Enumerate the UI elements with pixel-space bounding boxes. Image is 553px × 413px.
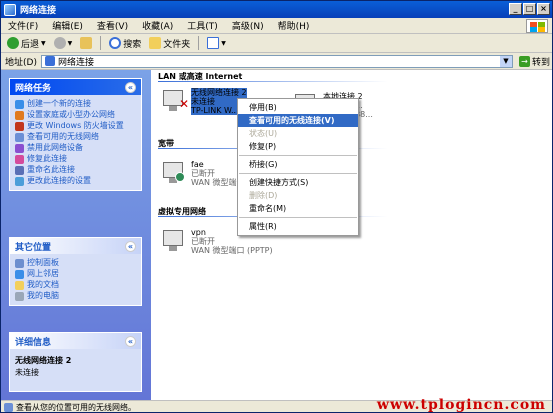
group-divider — [158, 81, 388, 82]
close-button[interactable]: × — [537, 3, 550, 15]
task-home-network[interactable]: 设置家庭或小型办公网络 — [15, 110, 136, 120]
toolbar-divider — [198, 36, 200, 50]
network-places-icon — [15, 270, 24, 279]
context-menu: 停用(B) 查看可用的无线连接(V) 状态(U) 修复(P) 桥接(G) 创建快… — [237, 98, 359, 236]
ctx-disable[interactable]: 停用(B) — [238, 101, 358, 114]
up-button[interactable] — [77, 35, 95, 51]
task-firewall[interactable]: 更改 Windows 防火墙设置 — [15, 121, 136, 131]
menu-advanced[interactable]: 高级(N) — [225, 19, 271, 32]
site-watermark: www.tplogincn.com — [376, 397, 546, 413]
network-folder-icon — [4, 3, 16, 16]
firewall-icon — [15, 122, 24, 131]
explorer-window: 网络连接 _ □ × 文件(F) 编辑(E) 查看(V) 收藏(A) 工具(T)… — [0, 0, 553, 413]
views-button[interactable]: ▼ — [204, 35, 229, 51]
collapse-icon[interactable]: « — [125, 240, 136, 252]
menu-file[interactable]: 文件(F) — [1, 19, 45, 32]
back-arrow-icon — [7, 37, 19, 49]
menu-tools[interactable]: 工具(T) — [180, 19, 225, 32]
task-disable-device[interactable]: 禁用此网络设备 — [15, 143, 136, 153]
forward-button[interactable]: ▼ — [51, 35, 76, 51]
status-text: 查看从您的位置可用的无线网络。 — [16, 402, 136, 412]
back-button[interactable]: 后退 ▼ — [4, 35, 49, 51]
views-grid-icon — [207, 37, 220, 49]
wireless-connection-item[interactable]: ✕ 无线网络连接 2 未连接 TP-LINK W... — [159, 88, 247, 116]
ctx-create-shortcut[interactable]: 创建快捷方式(S) — [238, 176, 358, 189]
search-button[interactable]: 搜索 — [106, 35, 144, 51]
up-folder-icon — [80, 37, 93, 49]
ctx-delete: 删除(D) — [249, 191, 278, 200]
toolbar-divider — [100, 36, 102, 50]
forward-arrow-icon — [53, 37, 66, 49]
documents-folder-icon — [15, 281, 24, 290]
details-name: 无线网络连接 2 — [15, 356, 72, 365]
home-network-icon — [15, 111, 24, 120]
details-header[interactable]: 详细信息 « — [10, 333, 141, 349]
go-arrow-icon: → — [518, 55, 530, 67]
minimize-button[interactable]: _ — [509, 3, 522, 15]
disable-device-icon — [15, 144, 24, 153]
address-dropdown-icon[interactable]: ▼ — [499, 55, 512, 67]
collapse-icon[interactable]: « — [125, 81, 136, 93]
task-view-wireless[interactable]: 查看可用的无线网络 — [15, 132, 136, 142]
menu-bar: 文件(F) 编辑(E) 查看(V) 收藏(A) 工具(T) 高级(N) 帮助(H… — [1, 18, 552, 34]
wireless-adapter-icon: ✕ — [159, 88, 189, 116]
address-bar: 地址(D) 网络连接 ▼ → 转到 — [1, 53, 552, 70]
place-my-documents[interactable]: 我的文档 — [15, 280, 136, 290]
collapse-icon[interactable]: « — [125, 335, 136, 347]
windows-logo-icon — [526, 19, 548, 33]
menu-help[interactable]: 帮助(H) — [271, 19, 317, 32]
network-tasks-header[interactable]: 网络任务 « — [10, 79, 141, 95]
details-panel: 详细信息 « 无线网络连接 2 未连接 — [9, 332, 142, 392]
settings-icon — [15, 177, 24, 186]
repair-icon — [15, 155, 24, 164]
folders-button[interactable]: 文件夹 — [146, 35, 193, 51]
ctx-status: 状态(U) — [249, 129, 278, 138]
ctx-view-wireless[interactable]: 查看可用的无线连接(V) — [238, 114, 358, 127]
task-new-connection[interactable]: 创建一个新的连接 — [15, 99, 136, 109]
place-network-neighborhood[interactable]: 网上邻居 — [15, 269, 136, 279]
details-status: 未连接 — [15, 368, 39, 377]
window-title: 网络连接 — [20, 6, 57, 16]
place-control-panel[interactable]: 控制面板 — [15, 258, 136, 268]
title-bar[interactable]: 网络连接 _ □ × — [1, 1, 552, 18]
chevron-down-icon: ▼ — [67, 39, 73, 47]
chevron-down-icon: ▼ — [41, 39, 46, 47]
vpn-connection-icon — [159, 228, 187, 256]
menu-favorites[interactable]: 收藏(A) — [135, 19, 180, 32]
ctx-divider — [239, 173, 357, 174]
place-my-computer[interactable]: 我的电脑 — [15, 291, 136, 301]
ctx-divider — [239, 155, 357, 156]
standard-toolbar: 后退 ▼ ▼ 搜索 文件夹 ▼ — [1, 34, 552, 53]
task-change-settings[interactable]: 更改此连接的设置 — [15, 176, 136, 186]
task-pane: 网络任务 « 创建一个新的连接 设置家庭或小型办公网络 更改 Windows 防… — [1, 70, 151, 400]
ctx-bridge[interactable]: 桥接(G) — [238, 158, 358, 171]
status-info-icon — [4, 402, 13, 412]
menu-view[interactable]: 查看(V) — [90, 19, 135, 32]
network-folder-icon — [44, 56, 55, 66]
other-places-panel: 其它位置 « 控制面板 网上邻居 我的文档 我的电脑 — [9, 237, 142, 306]
address-input[interactable]: 网络连接 ▼ — [40, 54, 513, 68]
new-connection-icon — [15, 100, 24, 109]
rename-icon — [15, 166, 24, 175]
chevron-down-icon: ▼ — [221, 39, 226, 47]
address-label: 地址(D) — [5, 57, 37, 68]
task-rename[interactable]: 重命名此连接 — [15, 165, 136, 175]
fae-connection-item[interactable]: fae 已断开 WAN 微型端口 — [159, 160, 244, 188]
ctx-rename[interactable]: 重命名(M) — [238, 202, 358, 215]
search-icon — [109, 37, 122, 49]
go-button[interactable]: → 转到 — [518, 55, 550, 68]
menu-edit[interactable]: 编辑(E) — [45, 19, 90, 32]
other-places-header[interactable]: 其它位置 « — [10, 238, 141, 254]
maximize-button[interactable]: □ — [523, 3, 536, 15]
ctx-divider — [239, 217, 357, 218]
control-panel-icon — [15, 259, 24, 268]
folder-icon — [149, 37, 162, 49]
task-repair[interactable]: 修复此连接 — [15, 154, 136, 164]
ctx-properties[interactable]: 属性(R) — [238, 220, 358, 233]
broadband-connection-icon — [159, 160, 187, 188]
wireless-icon — [15, 133, 24, 142]
computer-icon — [15, 292, 24, 301]
ctx-repair[interactable]: 修复(P) — [238, 140, 358, 153]
network-tasks-panel: 网络任务 « 创建一个新的连接 设置家庭或小型办公网络 更改 Windows 防… — [9, 78, 142, 191]
